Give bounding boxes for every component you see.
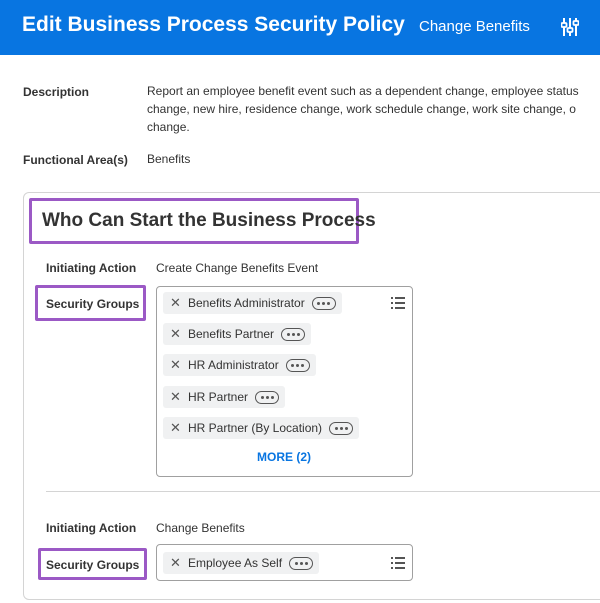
security-group-pill[interactable]: ✕ HR Administrator xyxy=(163,354,316,376)
remove-icon[interactable]: ✕ xyxy=(170,326,184,342)
page-header: Edit Business Process Security Policy Ch… xyxy=(0,0,600,55)
security-group-pill[interactable]: ✕ Benefits Partner xyxy=(163,323,312,345)
list-icon[interactable] xyxy=(391,557,405,569)
section-title: Who Can Start the Business Process xyxy=(42,210,376,231)
security-groups-label: Security Groups xyxy=(46,558,140,572)
security-group-pill[interactable]: ✕ HR Partner xyxy=(163,386,286,408)
security-group-pill[interactable]: ✕ HR Partner (By Location) xyxy=(163,417,360,439)
description-label: Description xyxy=(23,85,90,99)
page-title: Edit Business Process Security Policy xyxy=(22,13,405,36)
remove-icon[interactable]: ✕ xyxy=(170,555,184,571)
business-process-link[interactable]: Change Benefits xyxy=(419,18,530,35)
security-group-label: Benefits Partner xyxy=(188,327,275,341)
security-group-label: Benefits Administrator xyxy=(188,296,305,310)
remove-icon[interactable]: ✕ xyxy=(170,420,184,436)
description-line-2: change, new hire, residence change, work… xyxy=(147,102,576,116)
security-group-label: HR Partner (By Location) xyxy=(188,421,323,435)
remove-icon[interactable]: ✕ xyxy=(170,357,184,373)
more-link[interactable]: MORE (2) xyxy=(257,450,311,464)
initiating-action-label: Initiating Action xyxy=(46,521,137,535)
group-divider xyxy=(46,491,600,492)
security-group-label: HR Partner xyxy=(188,390,249,404)
sliders-icon[interactable] xyxy=(561,17,579,37)
security-group-label: Employee As Self xyxy=(188,556,283,570)
security-group-pill[interactable]: ✕ Employee As Self xyxy=(163,552,320,574)
related-actions-icon[interactable] xyxy=(285,358,310,372)
security-group-pill[interactable]: ✕ Benefits Administrator xyxy=(163,292,342,314)
functional-area-value: Benefits xyxy=(147,152,191,166)
remove-icon[interactable]: ✕ xyxy=(170,389,184,405)
related-actions-icon[interactable] xyxy=(329,421,354,435)
description-line-1: Report an employee benefit event such as… xyxy=(147,84,579,98)
functional-area-label: Functional Area(s) xyxy=(23,153,128,167)
initiating-action-value[interactable]: Change Benefits xyxy=(156,521,245,535)
related-actions-icon[interactable] xyxy=(311,296,336,310)
related-actions-icon[interactable] xyxy=(255,390,280,404)
security-groups-label: Security Groups xyxy=(46,297,140,311)
security-groups-select[interactable]: ✕ Employee As Self xyxy=(156,544,413,581)
related-actions-icon[interactable] xyxy=(281,327,306,341)
description-line-3: change. xyxy=(147,120,190,134)
initiating-action-label: Initiating Action xyxy=(46,261,137,275)
remove-icon[interactable]: ✕ xyxy=(170,295,184,311)
security-group-label: HR Administrator xyxy=(188,358,279,372)
related-actions-icon[interactable] xyxy=(289,556,314,570)
initiating-action-value[interactable]: Create Change Benefits Event xyxy=(156,261,318,275)
security-groups-select[interactable]: ✕ Benefits Administrator ✕ Benefits Part… xyxy=(156,286,413,477)
list-icon[interactable] xyxy=(391,297,405,309)
